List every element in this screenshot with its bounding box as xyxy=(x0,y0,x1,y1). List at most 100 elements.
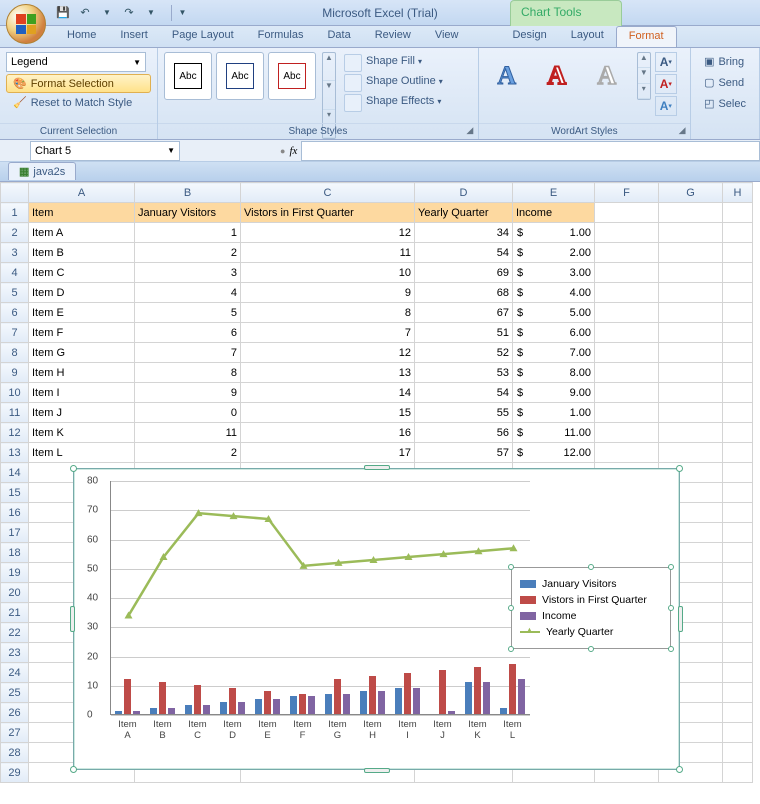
cell[interactable] xyxy=(595,383,659,403)
cell[interactable] xyxy=(723,443,753,463)
chart-object[interactable]: 01020304050607080 ItemAItemBItemCItemDIt… xyxy=(73,468,680,770)
row-header[interactable]: 4 xyxy=(1,263,29,283)
cell[interactable]: 9 xyxy=(241,283,415,303)
row-header[interactable]: 6 xyxy=(1,303,29,323)
col-header-B[interactable]: B xyxy=(135,183,241,203)
cell[interactable]: 16 xyxy=(241,423,415,443)
shape-outline-button[interactable]: Shape Outline ▾ xyxy=(342,72,445,90)
cell[interactable]: 4 xyxy=(135,283,241,303)
row-header[interactable]: 2 xyxy=(1,223,29,243)
legend-handle[interactable] xyxy=(588,646,594,652)
legend-handle[interactable] xyxy=(588,564,594,570)
cell[interactable] xyxy=(659,383,723,403)
cell[interactable] xyxy=(659,343,723,363)
legend-handle[interactable] xyxy=(508,564,514,570)
col-header-H[interactable]: H xyxy=(723,183,753,203)
cell[interactable]: 14 xyxy=(241,383,415,403)
cell[interactable] xyxy=(659,263,723,283)
resize-handle-n[interactable] xyxy=(364,465,390,470)
row-header[interactable]: 10 xyxy=(1,383,29,403)
send-to-back-button[interactable]: ▢Send xyxy=(697,73,751,92)
cell[interactable]: Income xyxy=(513,203,595,223)
cell[interactable]: 1 xyxy=(135,223,241,243)
cell[interactable] xyxy=(723,323,753,343)
cell[interactable]: 3 xyxy=(135,263,241,283)
cell[interactable]: 3.00 xyxy=(513,263,595,283)
cell[interactable] xyxy=(723,283,753,303)
shape-fill-button[interactable]: Shape Fill ▾ xyxy=(342,52,445,70)
cell[interactable]: 55 xyxy=(415,403,513,423)
cell[interactable] xyxy=(723,363,753,383)
cell[interactable]: 2 xyxy=(135,243,241,263)
cell[interactable] xyxy=(723,383,753,403)
cell[interactable]: 7.00 xyxy=(513,343,595,363)
cell[interactable]: 53 xyxy=(415,363,513,383)
cell[interactable]: 8 xyxy=(135,363,241,383)
cell[interactable]: Item K xyxy=(29,423,135,443)
resize-handle-s[interactable] xyxy=(364,768,390,773)
row-header[interactable]: 17 xyxy=(1,523,29,543)
row-header[interactable]: 20 xyxy=(1,583,29,603)
resize-handle-e[interactable] xyxy=(678,606,683,632)
tab-format[interactable]: Format xyxy=(616,26,677,47)
row-header[interactable]: 29 xyxy=(1,763,29,783)
cell[interactable] xyxy=(723,583,753,603)
cell[interactable]: 34 xyxy=(415,223,513,243)
cell[interactable] xyxy=(723,543,753,563)
cell[interactable]: 15 xyxy=(241,403,415,423)
cell[interactable]: 57 xyxy=(415,443,513,463)
wordart-launcher-icon[interactable]: ◢ xyxy=(676,125,688,137)
cell[interactable]: 8.00 xyxy=(513,363,595,383)
row-header[interactable]: 11 xyxy=(1,403,29,423)
cell[interactable] xyxy=(595,343,659,363)
cell[interactable]: 67 xyxy=(415,303,513,323)
chart-element-dropdown[interactable]: Legend ▼ xyxy=(6,52,146,72)
cell[interactable] xyxy=(723,223,753,243)
row-header[interactable]: 23 xyxy=(1,643,29,663)
cell[interactable]: 11 xyxy=(241,243,415,263)
legend-handle[interactable] xyxy=(508,605,514,611)
row-header[interactable]: 28 xyxy=(1,743,29,763)
cell[interactable]: 12 xyxy=(241,223,415,243)
cell[interactable]: Item H xyxy=(29,363,135,383)
row-header[interactable]: 22 xyxy=(1,623,29,643)
legend-item[interactable]: Vistors in First Quarter xyxy=(520,594,662,606)
cell[interactable]: Item D xyxy=(29,283,135,303)
row-header[interactable]: 8 xyxy=(1,343,29,363)
row-header[interactable]: 3 xyxy=(1,243,29,263)
cell[interactable] xyxy=(659,403,723,423)
row-header[interactable]: 16 xyxy=(1,503,29,523)
cell[interactable]: Item G xyxy=(29,343,135,363)
tab-page-layout[interactable]: Page Layout xyxy=(160,26,246,47)
tab-formulas[interactable]: Formulas xyxy=(246,26,316,47)
cell[interactable] xyxy=(723,663,753,683)
cell[interactable] xyxy=(595,263,659,283)
cell[interactable]: Item B xyxy=(29,243,135,263)
cell[interactable]: 1.00 xyxy=(513,403,595,423)
undo-dropdown-icon[interactable]: ▼ xyxy=(99,5,115,21)
cell[interactable]: 17 xyxy=(241,443,415,463)
cell[interactable]: Item C xyxy=(29,263,135,283)
cell[interactable]: 5.00 xyxy=(513,303,595,323)
cell[interactable]: 54 xyxy=(415,243,513,263)
cell[interactable]: 56 xyxy=(415,423,513,443)
legend-handle[interactable] xyxy=(508,646,514,652)
qat-customize-icon[interactable]: ▼ xyxy=(171,5,187,21)
text-outline-button[interactable]: A▾ xyxy=(655,74,677,94)
row-header[interactable]: 19 xyxy=(1,563,29,583)
cell[interactable]: 69 xyxy=(415,263,513,283)
text-effects-button[interactable]: A▾ xyxy=(655,96,677,116)
cell[interactable] xyxy=(723,503,753,523)
cell[interactable]: 51 xyxy=(415,323,513,343)
cell[interactable] xyxy=(723,763,753,783)
cell[interactable] xyxy=(659,283,723,303)
resize-handle-nw[interactable] xyxy=(70,465,77,472)
cell[interactable]: Item J xyxy=(29,403,135,423)
cell[interactable] xyxy=(723,563,753,583)
office-button[interactable] xyxy=(6,4,46,44)
legend-item[interactable]: January Visitors xyxy=(520,578,662,590)
cell[interactable]: 13 xyxy=(241,363,415,383)
row-header[interactable]: 13 xyxy=(1,443,29,463)
format-selection-button[interactable]: 🎨 Format Selection xyxy=(6,74,151,93)
cell[interactable]: 8 xyxy=(241,303,415,323)
